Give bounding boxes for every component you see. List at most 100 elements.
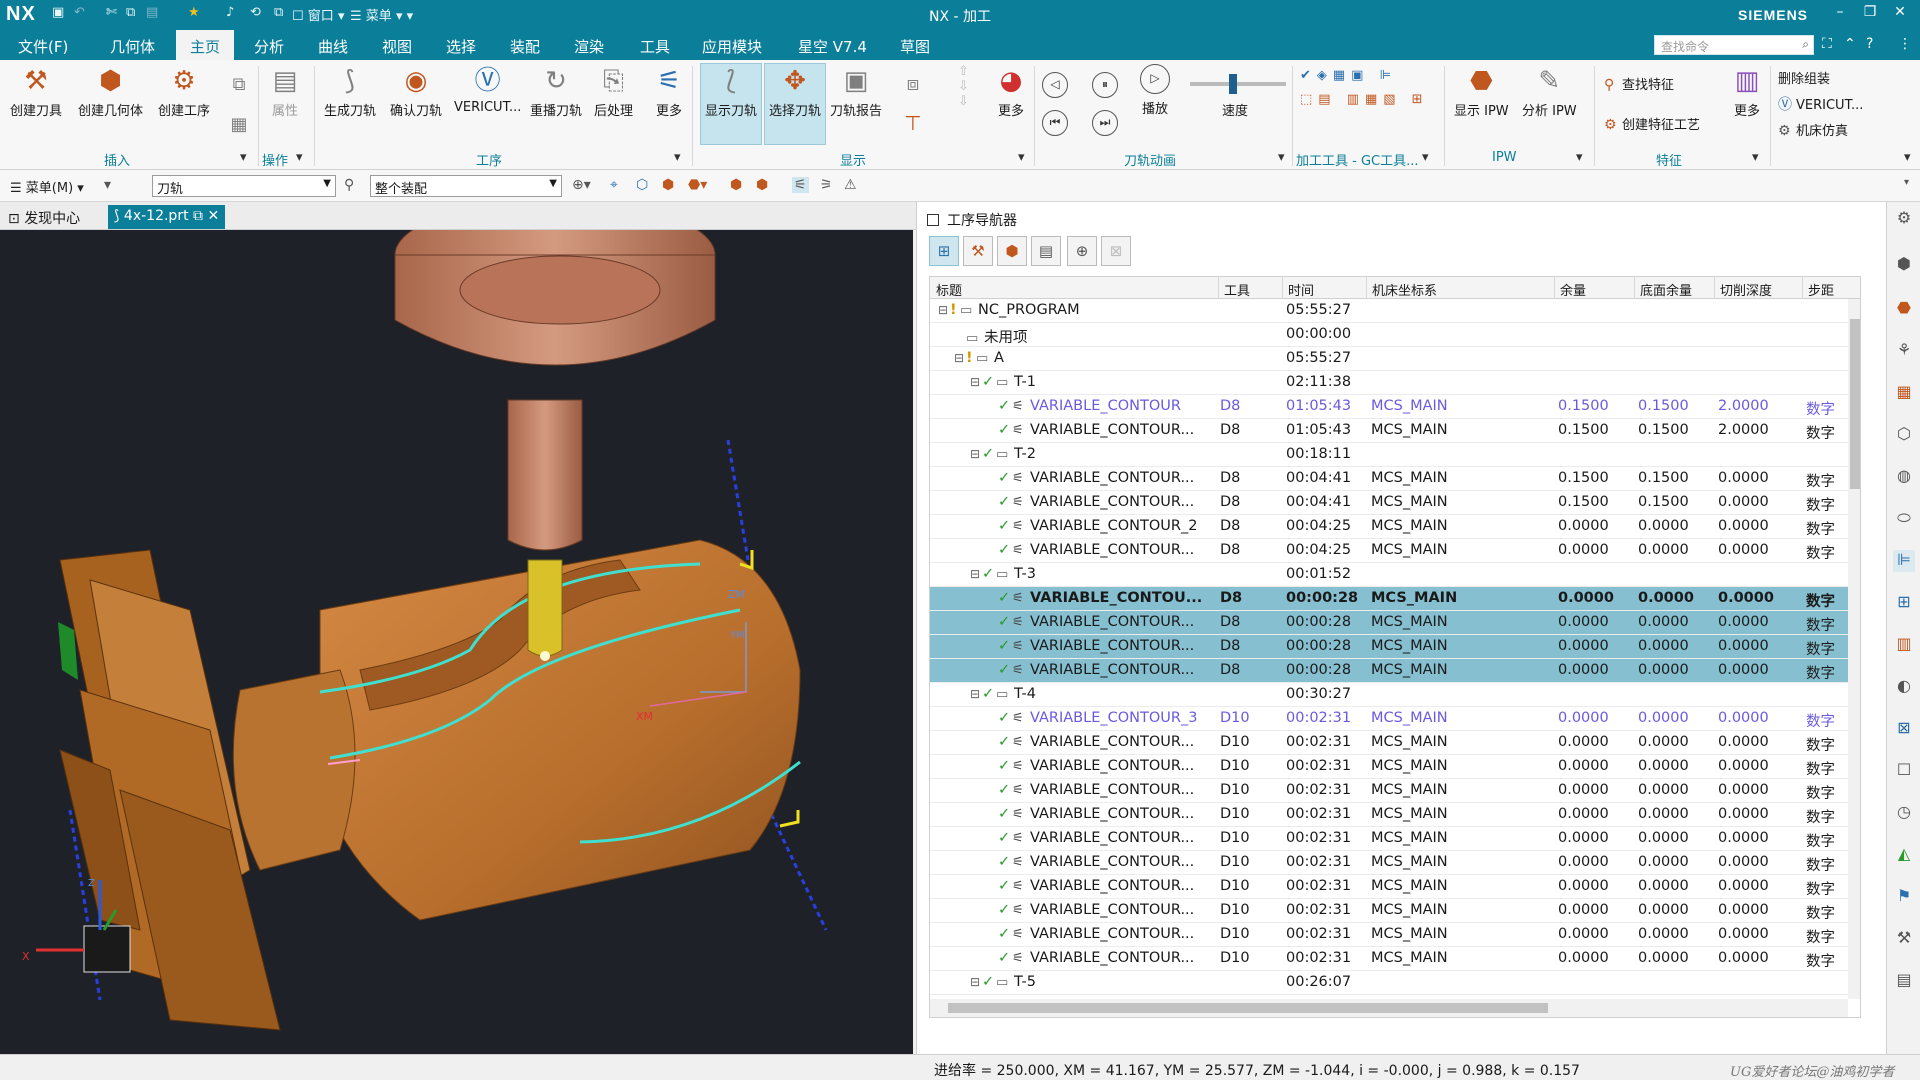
feature-more-button[interactable]: ▥ 更多 — [1730, 64, 1764, 119]
operation-row[interactable]: ✓ ⚟ VARIABLE_CONTOUR... D10 00:02:31 MCS_MAIN… — [930, 899, 1848, 923]
step-back-button[interactable]: ◁ — [1042, 72, 1068, 98]
menu-applications[interactable]: 应用模块 — [702, 36, 762, 57]
command-search-input[interactable]: 查找命令 ⌕ — [1654, 35, 1814, 55]
display-more-button[interactable]: ◕ 更多 — [994, 64, 1028, 119]
graphics-viewport[interactable]: XM ZM YM X Z — [0, 230, 913, 1054]
operation-row[interactable]: ✓ ⚟ VARIABLE_CONTOUR... D10 00:02:31 MCS_MAIN… — [930, 731, 1848, 755]
operation-row[interactable]: ✓ ⚟ VARIABLE_CONTOUR... D10 00:02:31 MCS_MAIN… — [930, 803, 1848, 827]
horizontal-scrollbar-thumb[interactable] — [948, 1003, 1548, 1013]
show-path-toggle-icon[interactable]: ⚟ — [792, 177, 809, 193]
main-menu[interactable]: ☰ 菜单 ▾ ▾ — [350, 5, 413, 24]
menu-select[interactable]: 选择 — [446, 36, 476, 57]
skip-back-button[interactable]: ⏮ — [1042, 110, 1068, 136]
process-library-icon[interactable]: ▤ — [1893, 970, 1915, 992]
operation-row[interactable]: ✓ ⚟ VARIABLE_CONTOUR... D10 00:02:31 MCS_MAIN… — [930, 947, 1848, 971]
vericut2-button[interactable]: Ⓥ VERICUT... — [1778, 94, 1863, 114]
selbar-options-icon[interactable]: ▾ — [1904, 177, 1909, 188]
undo-icon[interactable]: ↶ — [74, 5, 85, 20]
menu-analysis[interactable]: 分析 — [254, 36, 284, 57]
insert-extra2-button[interactable]: ▦ — [222, 108, 256, 144]
select-curve-icon[interactable]: ⌖ — [610, 177, 618, 193]
gc-tools-row1[interactable]: ✔◈▦▣ ⊫ — [1300, 68, 1397, 83]
create-geometry-button[interactable]: ⬢ 创建几何体 — [78, 64, 143, 119]
feature-navigator-icon[interactable]: ▥ — [1893, 634, 1915, 656]
tab-part-file[interactable]: ⟆ 4x-12.prt ⧉ ✕ — [108, 205, 226, 229]
pause-button[interactable]: ⏸ — [1092, 72, 1118, 98]
select-body-icon[interactable]: ⬢ — [662, 177, 674, 193]
menu-home[interactable]: 主页 — [176, 30, 235, 60]
program-row[interactable]: ⊟! ▭ NC_PROGRAM 05:55:27 — [930, 299, 1848, 323]
create-tool-button[interactable]: ⚒ 创建刀具 — [10, 64, 62, 119]
column-header-stock[interactable]: 余量 — [1560, 280, 1586, 299]
program-row[interactable]: ▭ 未用项 00:00:00 — [930, 323, 1848, 347]
window-menu[interactable]: ☐ 窗口 ▾ — [292, 5, 344, 24]
assembly-navigator-icon[interactable]: ⬣ — [1893, 298, 1915, 320]
group-operate-dropdown[interactable]: ▾ — [296, 150, 303, 165]
program-row[interactable]: ⊟! ▭ A 05:55:27 — [930, 347, 1848, 371]
group-gc-dropdown[interactable]: ▾ — [1422, 150, 1429, 165]
procedure-more-button[interactable]: ⚟ 更多 — [652, 64, 686, 119]
operation-row[interactable]: ✓ ⚟ VARIABLE_CONTOUR... D10 00:02:31 MCS_MAIN… — [930, 923, 1848, 947]
select-component-icon[interactable]: ⬢ — [730, 177, 742, 193]
group-procedure-dropdown[interactable]: ▾ — [674, 150, 681, 165]
column-header-cut-depth[interactable]: 切削深度 — [1720, 280, 1772, 299]
insert-extra-button[interactable]: ⧉ — [222, 68, 256, 104]
paste-icon[interactable]: ▤ — [146, 5, 158, 20]
menu-file[interactable]: 文件(F) — [18, 36, 68, 57]
machine-navigator-icon[interactable]: ⊞ — [1893, 592, 1915, 614]
skip-forward-button[interactable]: ⏭ — [1092, 110, 1118, 136]
menu-sketch[interactable]: 草图 — [900, 36, 930, 57]
select-feature-icon[interactable]: ⬣▾ — [688, 177, 707, 193]
column-header-mcs[interactable]: 机床坐标系 — [1372, 280, 1437, 299]
path-report-button[interactable]: ▣ 刀轨报告 — [830, 64, 882, 119]
microphone-icon[interactable]: ♪ — [226, 5, 234, 20]
operation-row[interactable]: ✓ ⚟ VARIABLE_CONTOUR... D10 00:02:31 MCS_MAIN… — [930, 851, 1848, 875]
add-column-button[interactable]: ⊕ — [1067, 236, 1097, 266]
vertical-scrollbar-thumb[interactable] — [1850, 319, 1860, 489]
link-icon[interactable]: ⟲ — [250, 5, 261, 20]
tab-close-icon[interactable]: ✕ — [207, 208, 219, 224]
edit-icon[interactable]: ✄ — [106, 5, 117, 20]
menu-view[interactable]: 视图 — [382, 36, 412, 57]
operation-row[interactable]: ✓ ⚟ VARIABLE_CONTOUR... D8 00:04:41 MCS_MAIN 0… — [930, 491, 1848, 515]
operation-row[interactable]: ✓ ⚟ VARIABLE_CONTOUR... D8 00:04:25 MCS_MAIN 0… — [930, 539, 1848, 563]
replay-path-button[interactable]: ↻ 重播刀轨 — [530, 64, 582, 119]
history-icon[interactable]: ⬭ — [1893, 508, 1915, 530]
operation-row[interactable]: ✓ ⚟ VARIABLE_CONTOUR_3 D10 00:02:31 MCS_MAIN 0… — [930, 707, 1848, 731]
column-header-time[interactable]: 时间 — [1288, 280, 1314, 299]
menu-button[interactable]: ☰ 菜单(M) ▾ — [10, 177, 84, 196]
operation-row[interactable]: ✓ ⚟ VARIABLE_CONTOUR... D10 00:02:31 MCS_MAIN… — [930, 779, 1848, 803]
group-row[interactable]: ⊟ ✓ ▭ T-4 00:30:27 — [930, 683, 1848, 707]
machining-method-view-button[interactable]: ▤ — [1031, 236, 1061, 266]
operation-row[interactable]: ✓ ⚟ VARIABLE_CONTOUR... D10 00:02:31 MCS_MAIN… — [930, 875, 1848, 899]
properties-button[interactable]: ▤ 属性 — [268, 64, 302, 119]
find-feature-button[interactable]: ⚲ 查找特征 — [1604, 74, 1674, 93]
collapse-toggle-icon[interactable]: ⊟ — [938, 303, 950, 317]
column-header-title[interactable]: 标题 — [936, 280, 962, 299]
remove-column-button[interactable]: ⊠ — [1101, 236, 1131, 266]
collapse-toggle-icon[interactable]: ⊟ — [954, 351, 966, 365]
delete-assembly-button[interactable]: 删除组装 — [1778, 68, 1830, 87]
operation-row[interactable]: ✓ ⚟ VARIABLE_CONTOUR... D8 01:05:43 MCS_MAIN 0… — [930, 419, 1848, 443]
roles-icon[interactable]: ⊠ — [1893, 718, 1915, 740]
create-feature-process-button[interactable]: ⚙ 创建特征工艺 — [1604, 114, 1700, 133]
operation-row[interactable]: ✓ ⚟ VARIABLE_CONTOUR... D10 00:02:31 MCS_MAIN… — [930, 755, 1848, 779]
menu-curve[interactable]: 曲线 — [318, 36, 348, 57]
reuse-library-icon[interactable]: ▦ — [1893, 382, 1915, 404]
fullscreen-icon[interactable]: ⛶ — [1822, 36, 1832, 52]
copy-icon[interactable]: ⧉ — [126, 5, 135, 20]
operation-row[interactable]: ✓ ⚟ VARIABLE_CONTOUR... D8 00:00:28 MCS_MAIN 0… — [930, 611, 1848, 635]
favorite-icon[interactable]: ★ — [188, 5, 200, 20]
part-navigator-icon[interactable]: ⬢ — [1893, 254, 1915, 276]
arrow-up-button[interactable]: ⇧ ⇩ ⇩ — [958, 64, 969, 109]
geometry-view-button[interactable]: ⬢ — [997, 236, 1027, 266]
operation-navigator-icon[interactable]: ⊫ — [1893, 550, 1915, 572]
operation-row[interactable]: ✓ ⚟ VARIABLE_CONTOU... D8 00:00:28 MCS_MAIN 0.… — [930, 587, 1848, 611]
gc-tools-row2[interactable]: ⬚▤ ▥▦▧ ⊞ — [1300, 92, 1429, 107]
speed-slider-thumb[interactable] — [1229, 74, 1237, 94]
simulation-icon[interactable]: ⚑ — [1893, 886, 1915, 908]
minimize-button[interactable]: – — [1826, 4, 1854, 20]
horizontal-scrollbar[interactable] — [930, 999, 1848, 1017]
postprocess-button[interactable]: ⎘ 后处理 — [594, 64, 633, 119]
group-row[interactable]: ⊟ ✓ ▭ T-2 00:18:11 — [930, 443, 1848, 467]
